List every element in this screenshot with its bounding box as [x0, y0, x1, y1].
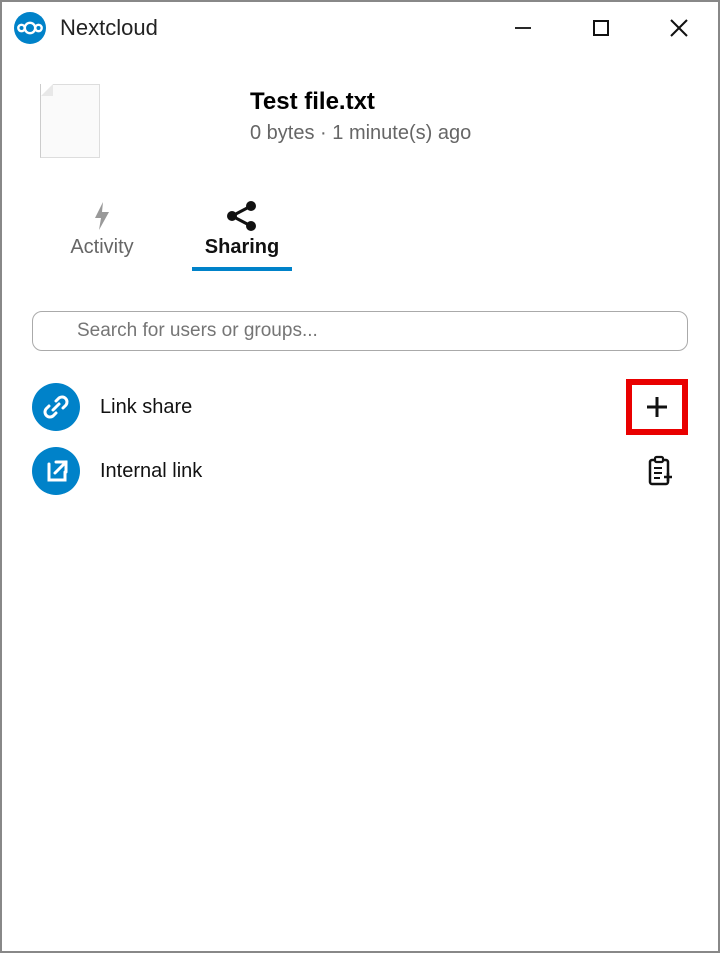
lightning-icon — [89, 198, 115, 234]
link-share-label: Link share — [100, 396, 626, 419]
tab-activity-label: Activity — [70, 236, 133, 259]
add-link-share-button[interactable] — [626, 379, 688, 435]
tab-sharing-label: Sharing — [205, 236, 279, 259]
file-name: Test file.txt — [250, 88, 471, 116]
tab-sharing[interactable]: Sharing — [192, 198, 292, 271]
share-icon — [224, 198, 260, 234]
minimize-icon — [513, 18, 533, 38]
internal-link-label: Internal link — [100, 460, 632, 483]
share-list: Link share Internal link — [32, 369, 688, 503]
nextcloud-logo-icon — [14, 12, 46, 44]
window-controls — [484, 2, 718, 54]
tabs: Activity Sharing — [32, 178, 688, 271]
clipboard-icon — [645, 455, 675, 487]
file-meta: 0 bytes · 1 minute(s) ago — [250, 122, 471, 145]
content-area: Test file.txt 0 bytes · 1 minute(s) ago … — [2, 54, 718, 503]
meta-separator: · — [314, 122, 332, 144]
link-icon — [32, 383, 80, 431]
minimize-button[interactable] — [484, 2, 562, 54]
search-section — [32, 271, 688, 369]
file-info: Test file.txt 0 bytes · 1 minute(s) ago — [250, 84, 471, 158]
file-header: Test file.txt 0 bytes · 1 minute(s) ago — [32, 54, 688, 178]
app-title: Nextcloud — [60, 15, 484, 41]
copy-internal-link-button[interactable] — [632, 443, 688, 499]
close-icon — [668, 17, 690, 39]
share-row-internal: Internal link — [32, 439, 688, 503]
tab-activity[interactable]: Activity — [52, 198, 152, 271]
maximize-button[interactable] — [562, 2, 640, 54]
file-size: 0 bytes — [250, 122, 314, 144]
file-icon — [40, 84, 100, 158]
file-time: 1 minute(s) ago — [332, 122, 471, 144]
close-button[interactable] — [640, 2, 718, 54]
search-input[interactable] — [32, 311, 688, 351]
plus-icon — [643, 393, 671, 421]
maximize-icon — [591, 18, 611, 38]
share-row-link: Link share — [32, 375, 688, 439]
external-link-icon — [32, 447, 80, 495]
titlebar: Nextcloud — [2, 2, 718, 54]
